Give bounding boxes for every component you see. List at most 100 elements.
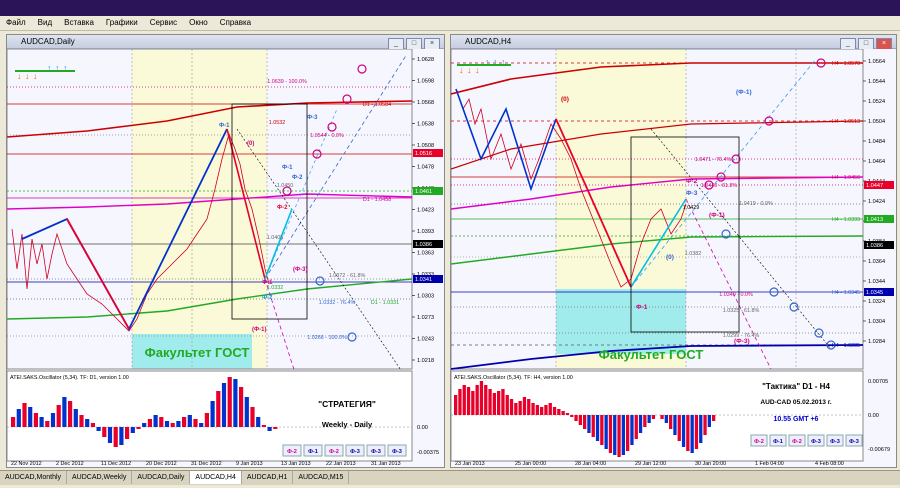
osc-bar	[102, 427, 107, 437]
y-tick-label: 1.0538	[417, 122, 434, 128]
osc-bar	[673, 415, 677, 435]
phi-button-label: Ф-2	[754, 439, 764, 445]
y-tick-label: 1.0464	[868, 159, 885, 165]
osc-bar	[664, 415, 668, 423]
osc-bar	[514, 403, 518, 415]
menu-item[interactable]: Справка	[214, 16, 257, 30]
level-label: H4 - 1.0399	[832, 217, 860, 223]
chart-tab[interactable]: AUDCAD,Weekly	[67, 471, 133, 484]
osc-bar	[557, 409, 561, 415]
phi-label: Ф-1	[282, 165, 293, 171]
level-label: D1 - 1.0584	[363, 102, 391, 108]
level-label: 1.0429	[683, 205, 700, 211]
down-arrow-icon: ↓	[459, 65, 464, 75]
chart-area-h4[interactable]: 1.0564 1.0544 1.0524 1.0504 1.0484 1.0464 1.04…	[451, 49, 896, 467]
x-axis-label: 20 Dec 2012	[146, 461, 177, 467]
osc-bar	[193, 419, 198, 427]
x-axis-label: 2 Dec 2012	[56, 461, 84, 467]
chart-window-daily[interactable]: AUDCAD,Daily _ □ × 1.0628 1.0598 1.0568 1.053…	[6, 34, 445, 468]
y-tick-label: 1.0364	[868, 259, 885, 265]
y-tick-label: 1.0273	[417, 315, 434, 321]
osc-bar	[62, 397, 67, 427]
down-arrow-icon: ↓	[33, 71, 38, 81]
level-label: H4 - 1.0345	[832, 290, 860, 296]
osc-bar	[677, 415, 681, 441]
osc-bar	[204, 413, 209, 427]
y-tick-label: 1.0393	[417, 229, 434, 235]
phi-button-label: Ф-2	[287, 449, 297, 455]
phi-label: (Ф-1)	[709, 212, 725, 219]
phi-label: Ф-1	[262, 280, 273, 286]
osc-bar	[552, 407, 557, 415]
phi-button-label: Ф-2	[329, 449, 339, 455]
osc-bar	[484, 385, 488, 415]
phi-label: (Ф-1)	[736, 89, 752, 96]
x-axis-label: 11 Dec 2012	[101, 461, 131, 467]
osc-bar	[267, 427, 272, 431]
level-label: 1.0349 - 0.0%	[719, 292, 753, 298]
osc-bar	[638, 415, 643, 433]
osc-bar	[273, 427, 278, 429]
y-tick-label: 1.0423	[417, 208, 434, 214]
down-arrow-icon: ↓	[25, 71, 30, 81]
osc-bar	[621, 415, 625, 455]
osc-bar	[613, 415, 617, 455]
phi-button-label: Ф-2	[792, 439, 802, 445]
osc-bar	[96, 427, 101, 431]
y-tick-label: 1.0324	[868, 299, 885, 305]
osc-bar	[669, 415, 673, 429]
menu-item[interactable]: Вид	[32, 16, 58, 30]
osc-bar	[608, 415, 613, 453]
price-tag-label: 1.0386	[866, 243, 883, 249]
chart-tab[interactable]: AUDCAD,Monthly	[0, 471, 68, 484]
osc-bar	[509, 399, 514, 415]
osc-bar	[690, 415, 694, 453]
phi-button-label: Ф-3	[849, 439, 859, 445]
y-tick-label: 1.0628	[417, 57, 434, 63]
x-axis-label: 9 Jan 2013	[236, 461, 263, 467]
level-label: 1.0419 - 0.0%	[739, 201, 773, 207]
x-axis-label: 29 Jan 12:00	[635, 461, 666, 467]
osc-bar	[479, 381, 484, 415]
osc-bar	[522, 397, 527, 415]
osc-bar	[28, 407, 33, 427]
osc-bar	[11, 417, 16, 427]
osc-bar	[50, 413, 56, 427]
y-tick-label: 1.0508	[417, 143, 434, 149]
menu-item[interactable]: Сервис	[144, 16, 183, 30]
cyan-zone	[556, 289, 686, 354]
menu-item[interactable]: Графики	[100, 16, 144, 30]
chart-tab[interactable]: AUDCAD,H1	[242, 471, 294, 484]
osc-bar	[686, 415, 690, 451]
phi-label: Ф-1	[219, 123, 230, 129]
chart-tab[interactable]: AUDCAD,H4	[190, 471, 242, 484]
x-axis-label: 13 Jan 2013	[281, 461, 311, 467]
tactic-time: 10.55 GMT +6	[774, 416, 819, 423]
y-tick-label: 1.0524	[868, 99, 885, 105]
level-label: 1.0471 - 76.4%	[695, 157, 732, 163]
chart-tab[interactable]: AUDCAD,Daily	[132, 471, 191, 484]
osc-bar	[159, 417, 164, 427]
osc-bar	[458, 389, 462, 415]
menu-item[interactable]: Окно	[183, 16, 214, 30]
y-tick-label: 1.0243	[417, 337, 434, 343]
level-label: H4 - 1.0570	[832, 61, 860, 67]
level-label: 1.0544 - 0.0%	[310, 133, 344, 139]
level-label: 1.0372 - 61.8%	[329, 273, 366, 279]
osc-bar	[583, 415, 587, 429]
phi-button-label: Ф-3	[811, 439, 821, 445]
osc-bar	[587, 415, 591, 433]
menu-item[interactable]: Файл	[0, 16, 32, 30]
menu-item[interactable]: Вставка	[58, 16, 100, 30]
osc-bar	[578, 415, 582, 425]
chart-window-h4[interactable]: AUDCAD,H4 _ □ × 1.0564 1.0544 1.0524 1.0504 1.…	[450, 34, 897, 468]
chart-area-daily[interactable]: 1.0628 1.0598 1.0568 1.0538 1.0508 1.0478 1.04…	[7, 49, 444, 467]
level-label: 1.0450	[277, 183, 294, 189]
phi-button-label: Ф-1	[308, 449, 318, 455]
osc-tick: 0.00	[417, 425, 428, 431]
chart-tab[interactable]: AUDCAD,M15	[293, 471, 350, 484]
level-label: 1.0332 - 76.4%	[319, 300, 356, 306]
phi-label: Ф-2	[292, 175, 303, 181]
osc-bar	[39, 417, 44, 427]
osc-bar	[125, 427, 130, 439]
